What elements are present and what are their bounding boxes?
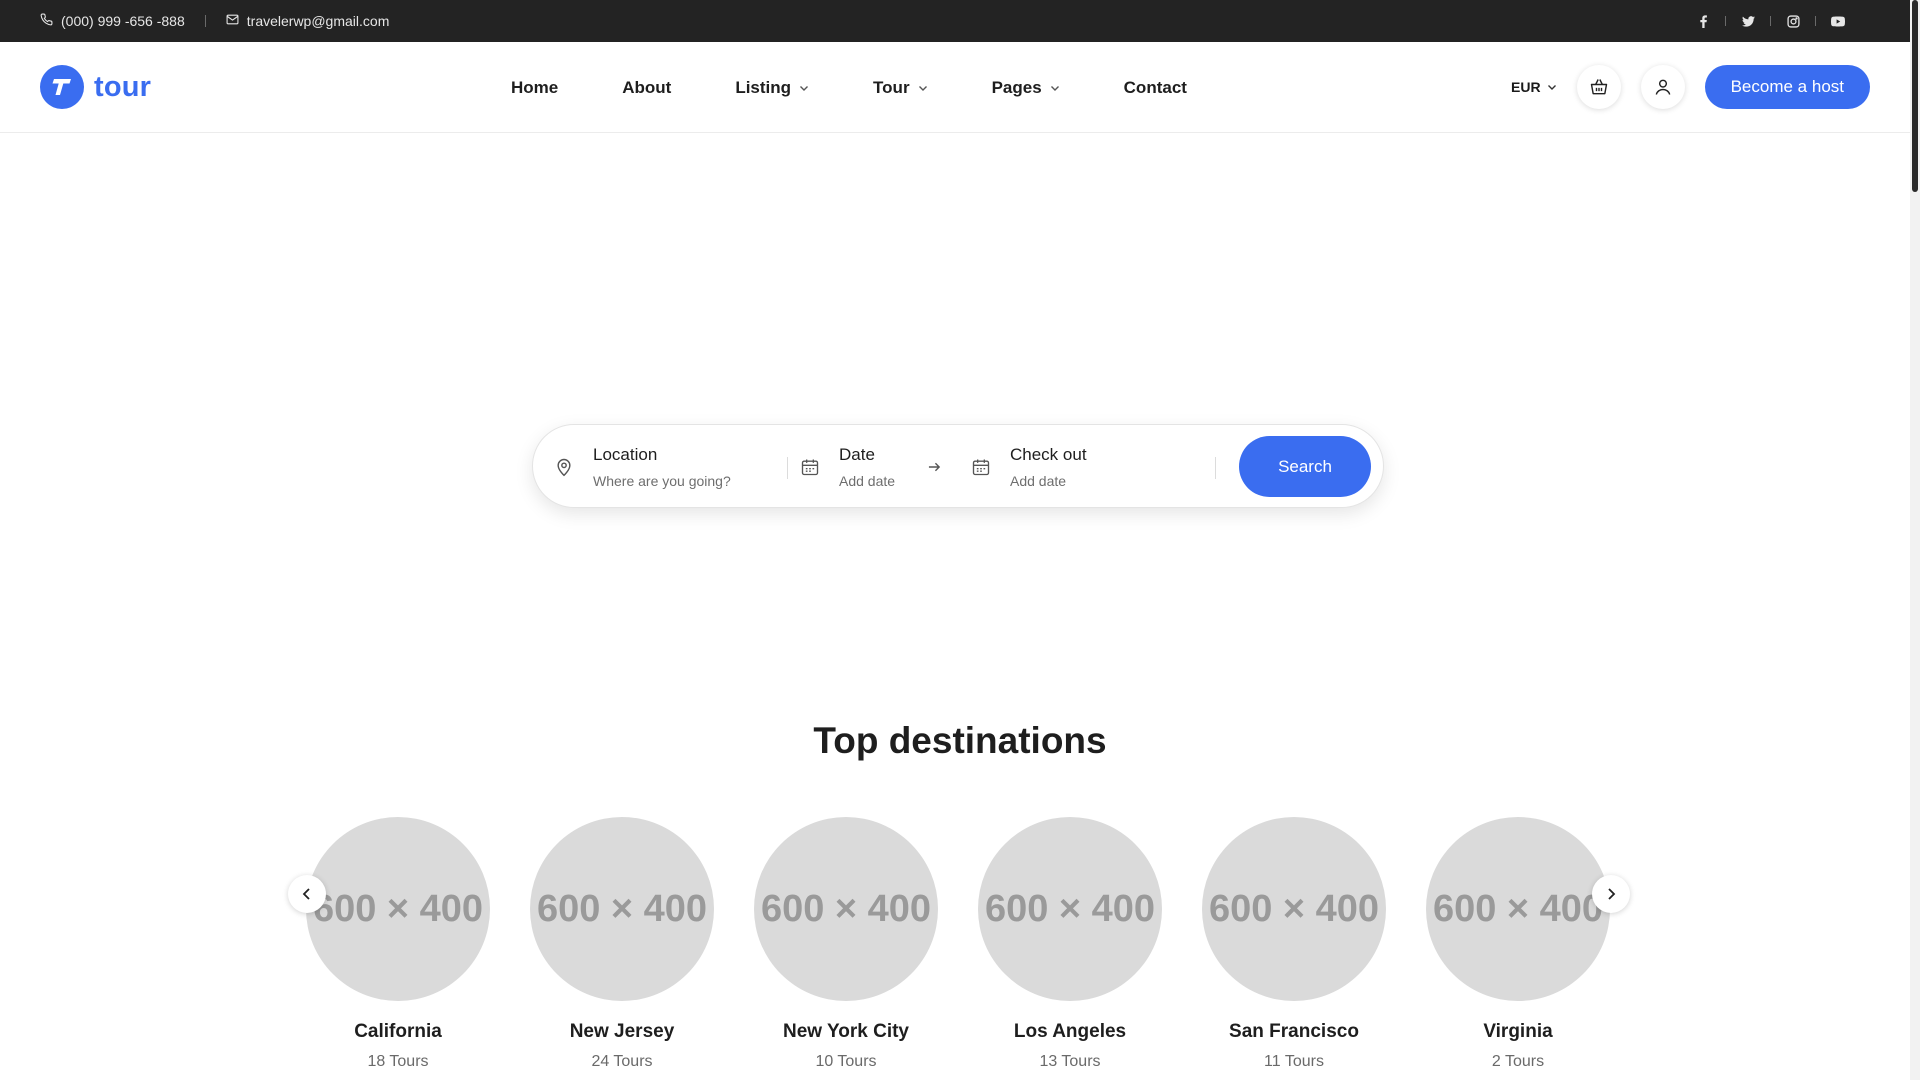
nav-label: Tour: [873, 77, 910, 97]
chevron-down-icon: [918, 85, 927, 91]
email-contact[interactable]: travelerwp@gmail.com: [226, 13, 390, 29]
chevron-down-icon: [1050, 85, 1059, 91]
search-bar: Location Where are you going? Date Add d…: [532, 424, 1384, 508]
nav-label: Pages: [991, 77, 1042, 97]
phone-contact[interactable]: (000) 999 -656 -888: [40, 13, 185, 29]
instagram-icon[interactable]: [1783, 11, 1803, 31]
nav-tour[interactable]: Tour: [873, 78, 928, 98]
tour-count: 10 Tours: [815, 1053, 877, 1070]
date-field[interactable]: Date Add date: [799, 425, 919, 509]
destination-card[interactable]: 600 × 400 Virginia 2 Tours: [1426, 817, 1610, 1071]
calendar-icon: [799, 456, 821, 478]
chevron-left-icon: [302, 888, 310, 900]
destinations-carousel: 600 × 400 California 18 Tours 600 × 400 …: [306, 817, 1614, 1080]
mail-icon: [226, 13, 239, 29]
tour-count: 24 Tours: [591, 1053, 653, 1070]
tour-count: 13 Tours: [1039, 1053, 1101, 1070]
chevron-down-icon: [800, 85, 809, 91]
destination-image: 600 × 400: [306, 817, 490, 1001]
date-label: Date: [839, 445, 875, 464]
destination-name: Virginia: [1483, 1021, 1553, 1042]
nav-label: Home: [511, 77, 559, 97]
basket-icon: [1590, 79, 1607, 95]
checkout-label: Check out: [1010, 445, 1087, 464]
divider: [1215, 457, 1216, 479]
become-host-button[interactable]: Become a host: [1704, 65, 1870, 109]
destination-name: California: [354, 1021, 442, 1042]
location-field[interactable]: Location Where are you going?: [553, 425, 753, 509]
facebook-icon[interactable]: [1693, 11, 1713, 31]
currency-label: EUR: [1511, 79, 1541, 95]
divider: [787, 457, 788, 479]
phone-icon: [40, 13, 53, 29]
checkout-field[interactable]: Check out Add date: [970, 425, 1170, 509]
destination-name: New York City: [782, 1021, 909, 1042]
scrollbar-thumb[interactable]: [1912, 0, 1918, 192]
destination-image: 600 × 400: [978, 817, 1162, 1001]
main-nav: Home About Listing Tour Pages Contact: [511, 42, 1187, 133]
divider: [1815, 16, 1816, 26]
tour-count: 18 Tours: [367, 1053, 429, 1070]
destination-name: Los Angeles: [1013, 1021, 1127, 1042]
page-scrollbar[interactable]: [1910, 0, 1920, 1080]
location-placeholder: Where are you going?: [593, 473, 731, 489]
destination-image: 600 × 400: [1426, 817, 1610, 1001]
nav-pages[interactable]: Pages: [992, 78, 1060, 98]
chevron-right-icon: [1608, 888, 1616, 900]
destination-card[interactable]: 600 × 400 San Francisco 11 Tours: [1202, 817, 1386, 1071]
calendar-icon: [970, 456, 992, 478]
divider: [204, 15, 206, 27]
twitter-icon[interactable]: [1738, 11, 1758, 31]
nav-label: Listing: [735, 77, 792, 97]
contact-info: (000) 999 -656 -888 travelerwp@gmail.com: [40, 0, 389, 42]
nav-label: Contact: [1123, 77, 1187, 97]
divider: [1770, 16, 1771, 26]
cart-button[interactable]: [1576, 65, 1621, 109]
site-logo[interactable]: tour: [40, 65, 151, 109]
header-tools: EUR Become a host: [1511, 64, 1870, 110]
youtube-icon[interactable]: [1828, 11, 1848, 31]
email-address: travelerwp@gmail.com: [246, 13, 390, 29]
destination-name: San Francisco: [1229, 1021, 1359, 1042]
account-button[interactable]: [1640, 65, 1685, 109]
destination-image: 600 × 400: [1202, 817, 1386, 1001]
arrow-right-icon: [925, 457, 943, 477]
location-label: Location: [593, 445, 658, 464]
tour-count: 11 Tours: [1264, 1053, 1324, 1070]
slider-next-button[interactable]: [1592, 875, 1630, 913]
date-placeholder: Add date: [839, 473, 896, 489]
slider-prev-button[interactable]: [288, 875, 326, 913]
nav-home[interactable]: Home: [511, 78, 558, 98]
main-header: tour Home About Listing Tour Pages Conta…: [0, 42, 1910, 133]
destination-image: 600 × 400: [754, 817, 938, 1001]
destination-card[interactable]: 600 × 400 New York City 10 Tours: [754, 817, 938, 1071]
destination-card[interactable]: 600 × 400 New Jersey 24 Tours: [530, 817, 714, 1071]
destination-card[interactable]: 600 × 400 California 18 Tours: [306, 817, 490, 1071]
logo-text: tour: [94, 70, 152, 103]
logo-mark-icon: [40, 65, 84, 109]
nav-listing[interactable]: Listing: [735, 78, 809, 98]
destination-card[interactable]: 600 × 400 Los Angeles 13 Tours: [978, 817, 1162, 1071]
chevron-down-icon: [1547, 85, 1556, 90]
phone-number: (000) 999 -656 -888: [61, 13, 185, 29]
nav-label: About: [622, 77, 672, 97]
divider: [1725, 16, 1726, 26]
map-pin-icon: [553, 456, 575, 478]
checkout-placeholder: Add date: [1010, 473, 1067, 489]
top-bar: (000) 999 -656 -888 travelerwp@gmail.com: [0, 0, 1910, 42]
search-button[interactable]: Search: [1239, 436, 1371, 497]
currency-selector[interactable]: EUR: [1511, 79, 1557, 95]
user-icon: [1655, 79, 1670, 95]
nav-about[interactable]: About: [622, 78, 671, 98]
destination-image: 600 × 400: [530, 817, 714, 1001]
social-links: [1693, 0, 1848, 42]
tour-count: 2 Tours: [1491, 1053, 1545, 1070]
destination-name: New Jersey: [569, 1021, 675, 1042]
section-title: Top destinations: [813, 720, 1107, 761]
nav-contact[interactable]: Contact: [1124, 78, 1187, 98]
